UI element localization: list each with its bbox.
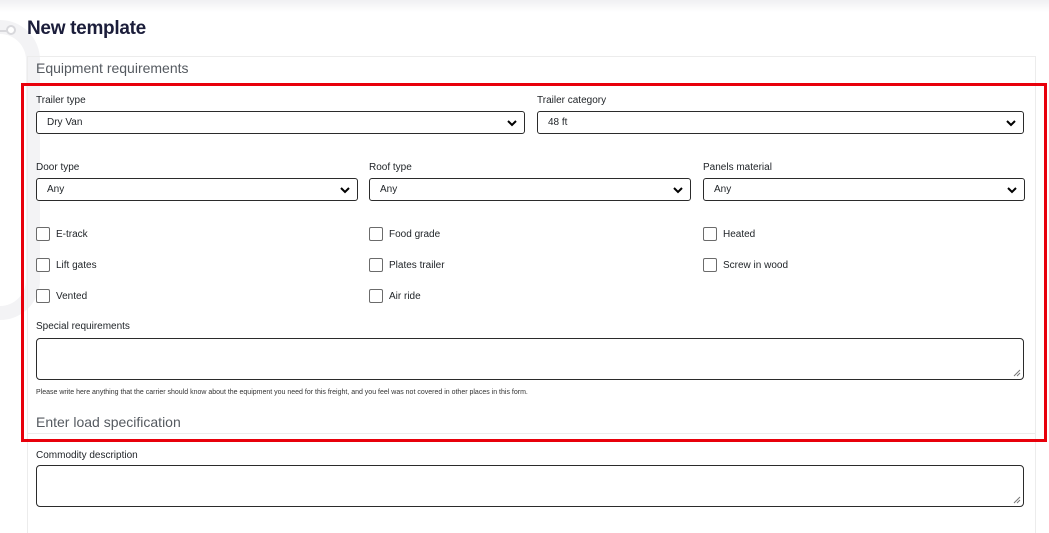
commodity-description-label: Commodity description: [36, 450, 138, 461]
resize-grip-icon[interactable]: [1012, 495, 1021, 504]
commodity-description-textarea[interactable]: [36, 465, 1024, 507]
timeline-dot-icon: [6, 25, 16, 35]
equipment-heading: Equipment requirements: [36, 60, 189, 76]
highlight-frame: [21, 83, 1047, 442]
top-bar-shadow: [0, 0, 1049, 12]
page-title: New template: [27, 18, 146, 39]
